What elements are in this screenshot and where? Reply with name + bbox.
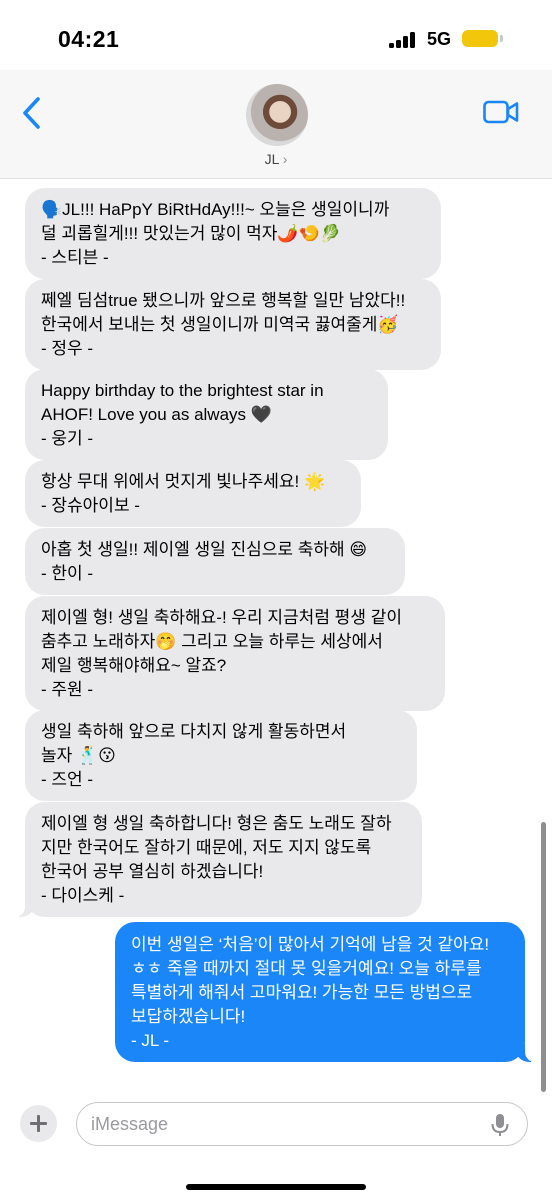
chevron-right-icon: ›: [282, 151, 288, 167]
home-indicator: [186, 1184, 366, 1190]
scrollbar[interactable]: [541, 822, 546, 1092]
message-bubble-received[interactable]: 아홉 첫 생일!! 제이엘 생일 진심으로 축하해 😄 - 한이 -: [25, 528, 405, 595]
message-bubble-sent[interactable]: 이번 생일은 ‘처음’이 많아서 기억에 남을 것 같아요! ㅎㅎ 죽을 때까지…: [115, 922, 537, 1062]
message-input[interactable]: iMessage: [76, 1102, 528, 1146]
message-bubble-received[interactable]: 쩨엘 딤섬true 됐으니까 앞으로 행복할 일만 남았다!! 한국에서 보내는…: [25, 279, 441, 370]
message-bubble-received[interactable]: 제이엘 형! 생일 축하해요-! 우리 지금처럼 평생 같이 춤추고 노래하자🤭…: [25, 596, 445, 711]
contact-name-label: JL: [264, 151, 279, 167]
message-thread[interactable]: 🗣️JL!!! HaPpY BiRtHdAy!!!~ 오늘은 생일이니까 덜 괴…: [0, 178, 552, 1078]
battery-icon: [462, 30, 498, 47]
video-camera-icon[interactable]: [483, 100, 519, 124]
message-bubble-received[interactable]: Happy birthday to the brightest star in …: [25, 369, 388, 460]
network-type: 5G: [427, 29, 452, 49]
message-bubble-received[interactable]: 생일 축하해 앞으로 다치지 않게 활동하면서 놀자 🕺😗 - 즈언 -: [25, 710, 417, 801]
status-time: 04:21: [58, 26, 120, 52]
cellular-signal-icon: [389, 32, 419, 48]
message-bubble-received[interactable]: 항상 무대 위에서 멋지게 빛나주세요! 🌟 - 장슈아이보 -: [25, 460, 361, 527]
message-bubble-received[interactable]: 제이엘 형 생일 축하합니다! 형은 춤도 노래도 잘하 지만 한국어도 잘하기…: [13, 802, 422, 917]
message-bubble-received[interactable]: 🗣️JL!!! HaPpY BiRtHdAy!!!~ 오늘은 생일이니까 덜 괴…: [25, 188, 441, 279]
battery-tip: [500, 35, 503, 42]
contact-name[interactable]: JL ›: [0, 151, 552, 167]
chevron-left-icon[interactable]: [20, 96, 46, 130]
conversation-header: JL ›: [0, 70, 552, 179]
status-bar: 04:21 5G: [0, 0, 552, 70]
plus-icon[interactable]: [20, 1105, 57, 1142]
microphone-icon[interactable]: [490, 1113, 510, 1137]
avatar[interactable]: [246, 84, 308, 146]
message-input-placeholder: iMessage: [91, 1114, 169, 1134]
